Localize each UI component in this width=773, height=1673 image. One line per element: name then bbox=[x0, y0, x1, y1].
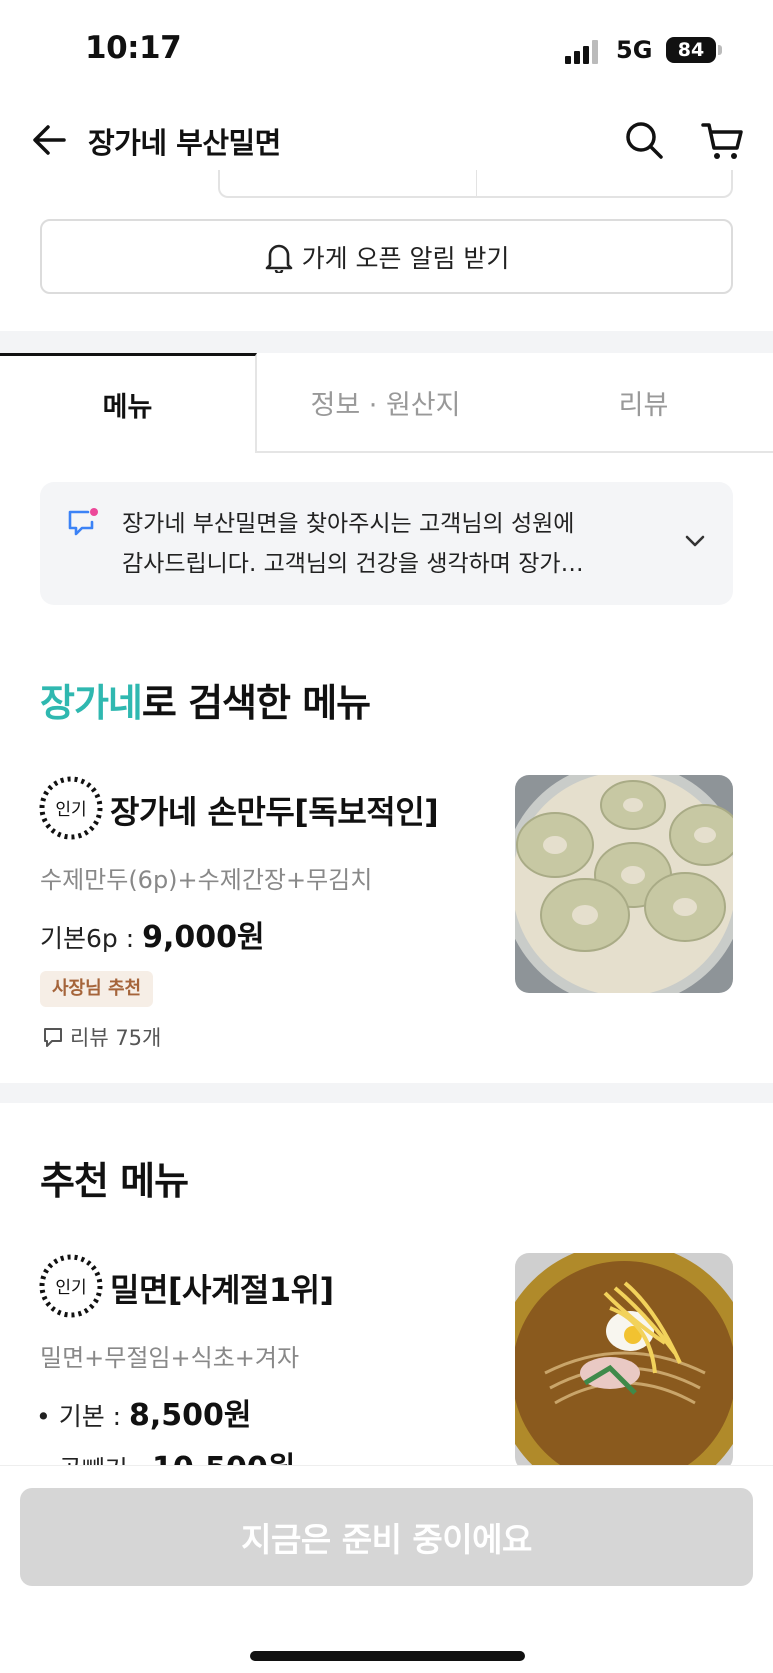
popular-badge-icon: 인기 bbox=[38, 775, 104, 841]
preparing-button[interactable]: 지금은 준비 중이에요 bbox=[20, 1488, 753, 1586]
section-divider bbox=[0, 331, 773, 353]
review-count[interactable]: 리뷰 75개 bbox=[42, 1022, 161, 1052]
price-value: 10,500원 bbox=[152, 1451, 295, 1465]
store-open-alarm-button[interactable]: 가게 오픈 알림 받기 bbox=[40, 219, 733, 294]
menu-item[interactable]: 인기 장가네 손만두[독보적인] 수제만두(6p)+수제간장+무김치 기본6p … bbox=[0, 775, 773, 1065]
tab-review[interactable]: 리뷰 bbox=[514, 353, 773, 453]
price-value: 8,500원 bbox=[129, 1398, 252, 1433]
menu-name: 장가네 손만두[독보적인] bbox=[110, 793, 439, 831]
signal-icon bbox=[565, 40, 605, 64]
status-time: 10:17 bbox=[85, 30, 182, 66]
tab-bar: 메뉴 정보 · 원산지 리뷰 bbox=[0, 353, 773, 453]
search-keyword: 장가네 bbox=[40, 681, 143, 725]
alarm-button-label: 가게 오픈 알림 받기 bbox=[301, 243, 510, 273]
tab-menu[interactable]: 메뉴 bbox=[0, 353, 257, 453]
home-indicator[interactable] bbox=[250, 1651, 525, 1661]
cart-icon[interactable] bbox=[700, 118, 746, 164]
recommend-menu-title: 추천 메뉴 bbox=[40, 1159, 189, 1203]
bell-icon bbox=[265, 244, 292, 273]
page-title: 장가네 부산밀면 bbox=[88, 126, 281, 160]
search-icon[interactable] bbox=[622, 118, 666, 162]
menu-item[interactable]: 인기 밀면[사계절1위] 밀면+무절임+식초+겨자 • 기본 : 8,500원 … bbox=[0, 1253, 773, 1465]
popular-badge-icon: 인기 bbox=[38, 1253, 104, 1319]
searched-title-rest: 로 검색한 메뉴 bbox=[141, 681, 371, 725]
owner-recommend-tag: 사장님 추천 bbox=[40, 971, 154, 1007]
bottom-bar: 지금은 준비 중이에요 bbox=[0, 1465, 773, 1673]
tab-info-origin[interactable]: 정보 · 원산지 bbox=[257, 353, 514, 453]
menu-name: 밀면[사계절1위] bbox=[110, 1271, 334, 1309]
price-value: 9,000원 bbox=[142, 920, 265, 955]
battery-tip bbox=[718, 45, 722, 55]
menu-price: • 기본 : 8,500원 bbox=[36, 1390, 252, 1434]
speech-bubble-icon bbox=[44, 1028, 62, 1047]
status-bar: 10:17 5G 84 bbox=[0, 0, 773, 100]
previous-info-box bbox=[218, 170, 733, 198]
menu-price: 기본6p : 9,000원 bbox=[40, 912, 265, 956]
searched-menu-title: 장가네로 검색한 메뉴 bbox=[40, 672, 371, 727]
price-label: • 곱빼기 : bbox=[36, 1455, 152, 1465]
menu-description: 밀면+무절임+식초+겨자 bbox=[40, 1344, 300, 1372]
notice-text: 장가네 부산밀면을 찾아주시는 고객님의 성원에 감사드립니다. 고객님의 건강… bbox=[122, 504, 662, 584]
badge-label: 인기 bbox=[55, 1278, 86, 1298]
menu-description: 수제만두(6p)+수제간장+무김치 bbox=[40, 866, 373, 894]
dumpling-image[interactable] bbox=[515, 775, 733, 993]
chevron-down-icon[interactable] bbox=[680, 526, 710, 556]
naengmyeon-image[interactable] bbox=[515, 1253, 733, 1465]
menu-price-2: • 곱빼기 : 10,500원 bbox=[36, 1443, 295, 1465]
store-notice[interactable]: 장가네 부산밀면을 찾아주시는 고객님의 성원에 감사드립니다. 고객님의 건강… bbox=[40, 482, 733, 605]
notice-line-2: 감사드립니다. 고객님의 건강을 생각하며 장가… bbox=[122, 551, 584, 577]
battery-icon: 84 bbox=[666, 37, 716, 63]
network-label: 5G bbox=[616, 36, 653, 64]
price-label: 기본6p : bbox=[40, 924, 143, 953]
back-arrow-icon[interactable] bbox=[28, 118, 72, 162]
price-label: • 기본 : bbox=[36, 1402, 130, 1431]
badge-label: 인기 bbox=[55, 800, 86, 820]
chat-notice-icon bbox=[66, 506, 100, 538]
section-divider bbox=[0, 1083, 773, 1103]
header: 장가네 부산밀면 bbox=[0, 100, 773, 180]
notice-line-1: 장가네 부산밀면을 찾아주시는 고객님의 성원에 bbox=[122, 511, 575, 537]
review-label: 리뷰 75개 bbox=[70, 1026, 162, 1050]
